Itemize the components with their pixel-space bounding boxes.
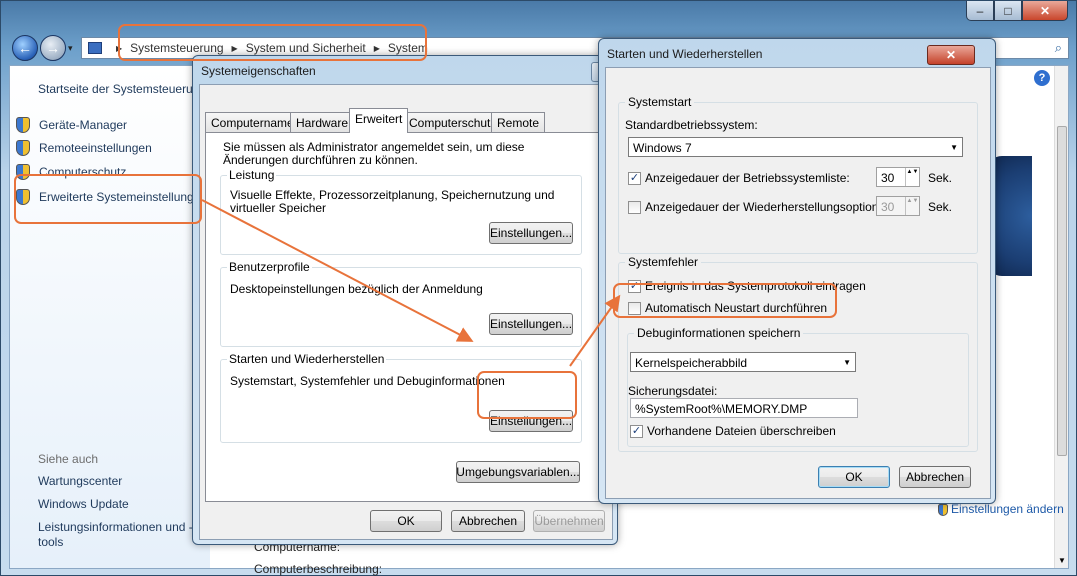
tab-advanced[interactable]: Erweitert xyxy=(349,108,409,133)
arrow-to-auto-restart xyxy=(569,294,621,367)
arrow-to-startup-settings xyxy=(201,199,474,342)
annotation-arrows xyxy=(201,199,621,367)
